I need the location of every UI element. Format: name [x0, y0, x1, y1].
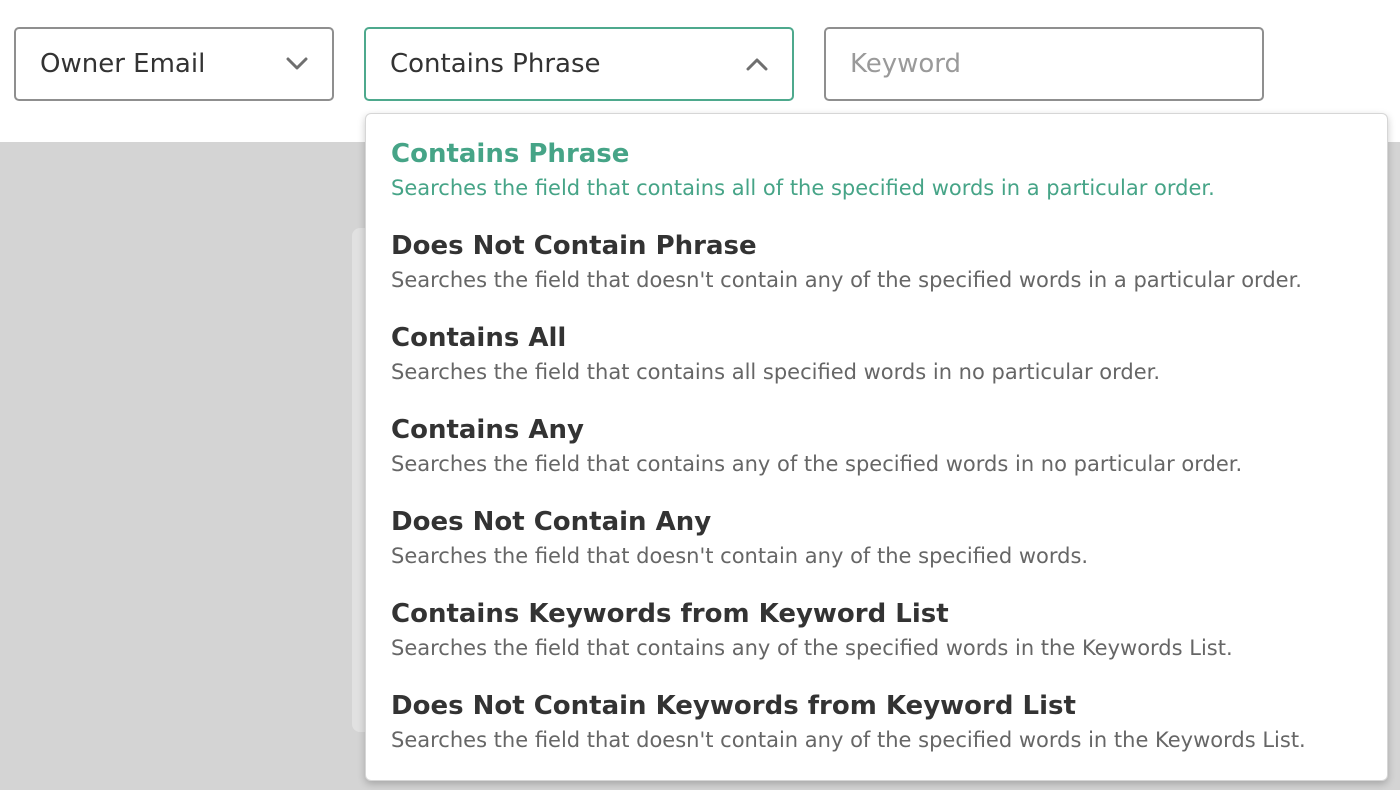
- chevron-down-icon: [286, 53, 308, 75]
- option-contains-phrase[interactable]: Contains Phrase Searches the field that …: [366, 136, 1387, 228]
- option-description: Searches the field that contains any of …: [391, 636, 1233, 660]
- option-description: Searches the field that doesn't contain …: [391, 268, 1302, 292]
- field-select-value: Owner Email: [40, 49, 206, 79]
- option-contains-all[interactable]: Contains All Searches the field that con…: [366, 320, 1387, 412]
- keyword-field[interactable]: [824, 27, 1264, 101]
- option-title: Does Not Contain Phrase: [391, 231, 757, 261]
- option-description: Searches the field that contains all of …: [391, 176, 1215, 200]
- chevron-up-icon: [746, 53, 768, 75]
- option-description: Searches the field that doesn't contain …: [391, 544, 1089, 568]
- option-does-not-contain-phrase[interactable]: Does Not Contain Phrase Searches the fie…: [366, 228, 1387, 320]
- filter-page: Owner Email Contains Phrase Contains Phr…: [0, 0, 1400, 790]
- option-does-not-contain-keywords-from-list[interactable]: Does Not Contain Keywords from Keyword L…: [366, 688, 1387, 780]
- option-contains-keywords-from-list[interactable]: Contains Keywords from Keyword List Sear…: [366, 596, 1387, 688]
- option-does-not-contain-any[interactable]: Does Not Contain Any Searches the field …: [366, 504, 1387, 596]
- option-title: Contains Phrase: [391, 139, 630, 169]
- option-title: Does Not Contain Keywords from Keyword L…: [391, 691, 1076, 721]
- option-title: Does Not Contain Any: [391, 507, 712, 537]
- operator-select-value: Contains Phrase: [390, 49, 601, 79]
- option-description: Searches the field that contains all spe…: [391, 360, 1161, 384]
- option-title: Contains All: [391, 323, 567, 353]
- option-contains-any[interactable]: Contains Any Searches the field that con…: [366, 412, 1387, 504]
- option-title: Contains Keywords from Keyword List: [391, 599, 949, 629]
- option-title: Contains Any: [391, 415, 584, 445]
- keyword-input[interactable]: [850, 49, 1238, 79]
- operator-select[interactable]: Contains Phrase: [364, 27, 794, 101]
- field-select[interactable]: Owner Email: [14, 27, 334, 101]
- option-description: Searches the field that doesn't contain …: [391, 728, 1306, 752]
- operator-dropdown-menu: Contains Phrase Searches the field that …: [365, 113, 1388, 781]
- option-description: Searches the field that contains any of …: [391, 452, 1243, 476]
